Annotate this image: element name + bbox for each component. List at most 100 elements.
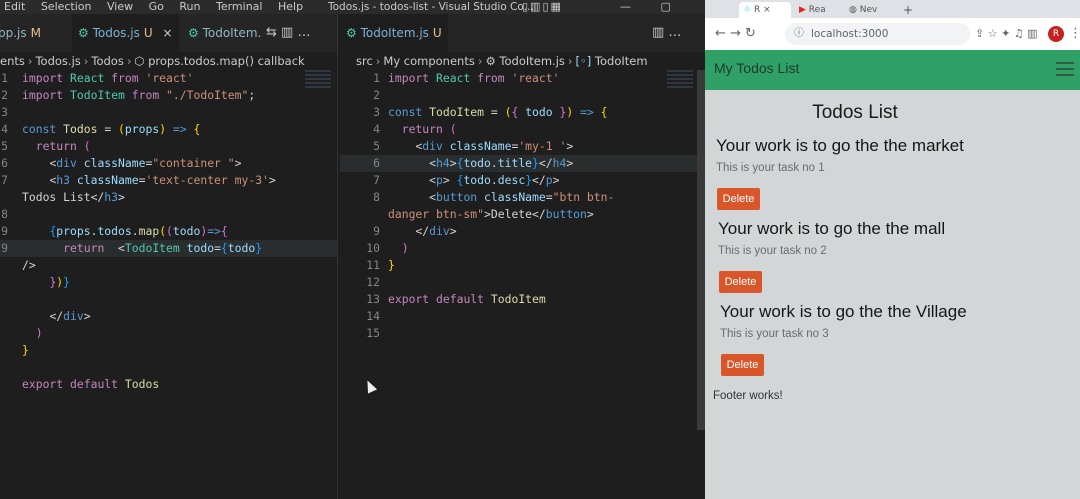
menu-bar: Edit Selection View Go Run Terminal Help [4,0,315,14]
js-file-icon: ⚙ [188,26,199,40]
menu-terminal[interactable]: Terminal [216,0,263,13]
delete-button[interactable]: Delete [717,188,760,210]
code-editor-todoitem[interactable]: 1 import React from 'react' 2 3 const TodoIt… [340,70,705,499]
menu-edit[interactable]: Edit [4,0,25,13]
code-editor-todos[interactable]: 1 import React from 'react' 2 import TodoIt… [0,70,337,499]
layout-toggle-icons[interactable]: ▯▥▯▦ [522,0,563,14]
code-line[interactable]: 14 [340,308,705,325]
code-line[interactable]: 12 [340,274,705,291]
breadcrumb-item[interactable]: Todos.js [35,54,80,68]
new-tab-button[interactable]: + [899,2,915,18]
code-line[interactable] [0,359,337,376]
editor-actions-icons[interactable]: ▥ … [652,14,681,52]
code-text: ) [35,326,43,340]
code-line[interactable]: 1 import React from 'react' [0,70,337,87]
browser-window: ⚛ R × ▶ Rea ◍ Nev + ← → ↻ ⓘ localhost:30… [705,0,1080,499]
code-line[interactable]: 2 import TodoItem from "./TodoItem"; [0,87,337,104]
breadcrumb-item[interactable]: props.todos.map() callback [148,54,305,68]
code-line[interactable]: Todos List</h3> [0,189,337,206]
tab-todoitem-js[interactable]: ⚙ TodoItem.js U [340,14,448,52]
editor-actions-icons[interactable]: ⇆ ▥ … [266,14,310,52]
line-number: 1 [373,71,380,85]
breadcrumb-item[interactable]: ents [0,54,25,68]
close-icon[interactable]: × [162,26,172,40]
code-line[interactable]: 15 [340,325,705,342]
code-line[interactable]: 5 return ( [0,138,337,155]
line-number: 11 [366,258,380,272]
code-line[interactable]: export default Todos [0,376,337,393]
todo-title: Your work is to go the the market [716,136,964,155]
code-line[interactable]: 11} [340,257,705,274]
code-line[interactable]: 13 export default TodoItem [340,291,705,308]
navigation-icons[interactable]: ← → ↻ [715,18,756,50]
breadcrumb-item[interactable]: Todos [91,54,123,68]
code-line[interactable]: 9 </div> [340,223,705,240]
breadcrumb-item[interactable]: TodoItem [595,54,648,68]
code-line[interactable]: 7 <p> {todo.desc}</p> [340,172,705,189]
code-line[interactable]: danger btn-sm">Delete</button> [340,206,705,223]
todo-desc: This is your task no 3 [720,328,829,340]
menu-run[interactable]: Run [179,0,200,13]
tab-status: M [30,26,41,40]
code-line[interactable]: 7 <h3 className='text-center my-3'> [0,172,337,189]
tab-label: TodoItem. [202,26,262,40]
menu-help[interactable]: Help [278,0,303,13]
code-line[interactable]: 1 import React from 'react' [340,70,705,87]
code-line[interactable]: 9 return <TodoItem todo={todo} [0,240,337,257]
breadcrumb-item[interactable]: My components [383,54,474,68]
code-line[interactable]: 8 [0,206,337,223]
tab-todos-js[interactable]: ⚙ Todos.js U × [72,14,179,52]
browser-tab-label: Nev [859,5,878,15]
tab-app-js[interactable]: pp.js M [0,14,47,52]
minimize-icon[interactable]: — [620,0,631,13]
browser-tab-new[interactable]: ◍ Nev [845,2,891,18]
more-menu-icon[interactable]: ⋮ [1069,18,1080,50]
code-line[interactable]: 4 return ( [340,121,705,138]
breadcrumb-item[interactable]: TodoItem.js [499,54,564,68]
delete-button[interactable]: Delete [721,354,764,376]
code-line[interactable]: 6 <div className="container "> [0,155,337,172]
menu-view[interactable]: View [107,0,133,13]
code-line[interactable]: 3 [0,104,337,121]
menu-selection[interactable]: Selection [41,0,92,13]
code-line[interactable]: 3 const TodoItem = ({ todo }) => { [340,104,705,121]
hamburger-menu-icon[interactable] [1056,62,1074,76]
browser-tab-react-app[interactable]: ⚛ R × [739,2,791,18]
maximize-icon[interactable]: ▢ [661,0,671,13]
code-line[interactable]: 4 const Todos = (props) => { [0,121,337,138]
profile-avatar[interactable]: R [1048,26,1064,42]
minimap[interactable] [305,70,331,90]
minimap[interactable] [667,70,693,90]
line-number: 5 [373,139,380,153]
line-number: 4 [1,122,8,136]
code-line[interactable]: 5 <div className='my-1 '> [340,138,705,155]
navbar-brand[interactable]: My Todos List [714,60,799,76]
window-title: Todos.js - todos-list - Visual Studio Co… [328,1,534,13]
code-text: </div> [49,309,91,323]
browser-tab-youtube[interactable]: ▶ Rea [795,2,841,18]
code-line[interactable]: } [0,342,337,359]
code-line[interactable]: 6 <h4>{todo.title}</h4> [340,155,705,172]
code-line[interactable]: /> [0,257,337,274]
code-line[interactable]: })} [0,274,337,291]
close-icon[interactable]: × [763,5,771,15]
code-line[interactable]: </div> [0,308,337,325]
line-number: 1 [1,71,8,85]
code-line[interactable]: ) [0,325,337,342]
code-line[interactable]: 10 ) [340,240,705,257]
code-line[interactable] [0,291,337,308]
info-icon[interactable]: ⓘ [794,23,804,45]
delete-button[interactable]: Delete [719,271,762,293]
line-number: 14 [366,309,380,323]
scrollbar[interactable] [697,70,705,430]
address-bar[interactable]: ⓘ localhost:3000 [785,23,970,45]
menu-go[interactable]: Go [149,0,164,13]
tab-todoitem-js[interactable]: ⚙ TodoItem. [182,14,267,52]
code-line[interactable]: 2 [340,87,705,104]
breadcrumb-item[interactable]: src [356,54,373,68]
toolbar-icons[interactable]: ⇪ ☆ ✦ ♫ ▥ [975,18,1038,50]
tab-label: TodoItem.js [360,26,429,40]
code-text: {props.todos.map((todo)=>{ [49,224,228,238]
code-line[interactable]: 9 {props.todos.map((todo)=>{ [0,223,337,240]
code-line[interactable]: 8 <button className="btn btn- [340,189,705,206]
